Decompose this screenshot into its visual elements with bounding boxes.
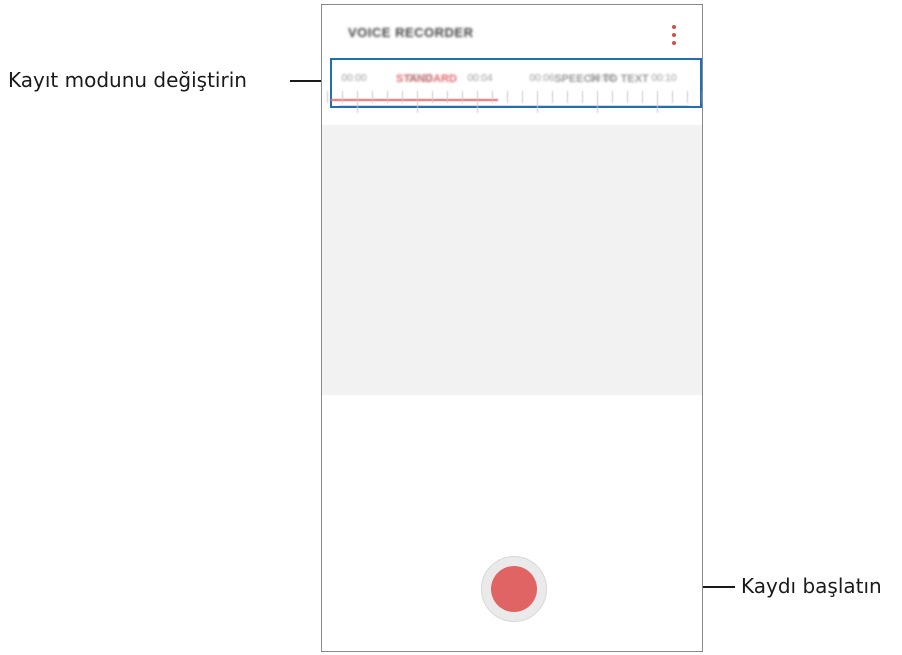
ruler-tick — [597, 91, 598, 113]
ruler-tick — [537, 91, 538, 113]
ruler-tick — [372, 91, 373, 103]
timeline-label: 00:08 — [589, 73, 615, 84]
ruler-tick — [462, 91, 463, 103]
ruler-tick — [432, 91, 433, 103]
timeline-label: 00:02 — [407, 73, 433, 84]
callout-start-recording: Kaydı başlatın — [741, 574, 882, 598]
ruler-tick — [387, 91, 388, 103]
waveform-area — [322, 125, 702, 395]
ruler-tick — [507, 91, 508, 103]
ruler-tick — [327, 91, 328, 103]
ruler-tick — [552, 91, 553, 103]
ruler-tick — [357, 91, 358, 113]
ruler-tick — [627, 91, 628, 103]
ruler-tick — [492, 91, 493, 103]
record-icon — [491, 566, 537, 612]
timeline-label: 00:00 — [341, 73, 367, 84]
ruler-tick — [342, 91, 343, 103]
timeline-label: 00:10 — [651, 73, 677, 84]
timeline-ruler — [322, 91, 702, 119]
timeline-labels: 00:00 00:02 00:04 00:06 00:08 00:10 — [322, 73, 702, 87]
ruler-tick — [657, 91, 658, 113]
ruler-tick — [447, 91, 448, 103]
ruler-tick — [402, 91, 403, 103]
record-button[interactable] — [481, 556, 547, 622]
ruler-tick — [582, 91, 583, 103]
ruler-tick — [612, 91, 613, 103]
timeline-label: 00:04 — [467, 73, 493, 84]
ruler-tick — [642, 91, 643, 103]
app-title: VOICE RECORDER — [348, 25, 474, 40]
timeline-label: 00:06 — [529, 73, 555, 84]
callout-change-mode: Kayıt modunu değiştirin — [8, 68, 247, 92]
ruler-tick — [687, 91, 688, 103]
more-options-button[interactable] — [668, 23, 680, 47]
ruler-tick — [702, 91, 703, 103]
ruler-tick — [417, 91, 418, 113]
ruler-tick — [567, 91, 568, 103]
ruler-tick — [672, 91, 673, 103]
ruler-tick — [522, 91, 523, 103]
ruler-tick — [477, 91, 478, 113]
phone-screen: VOICE RECORDER STANDARD SPEECH TO TEXT 0… — [321, 4, 703, 652]
